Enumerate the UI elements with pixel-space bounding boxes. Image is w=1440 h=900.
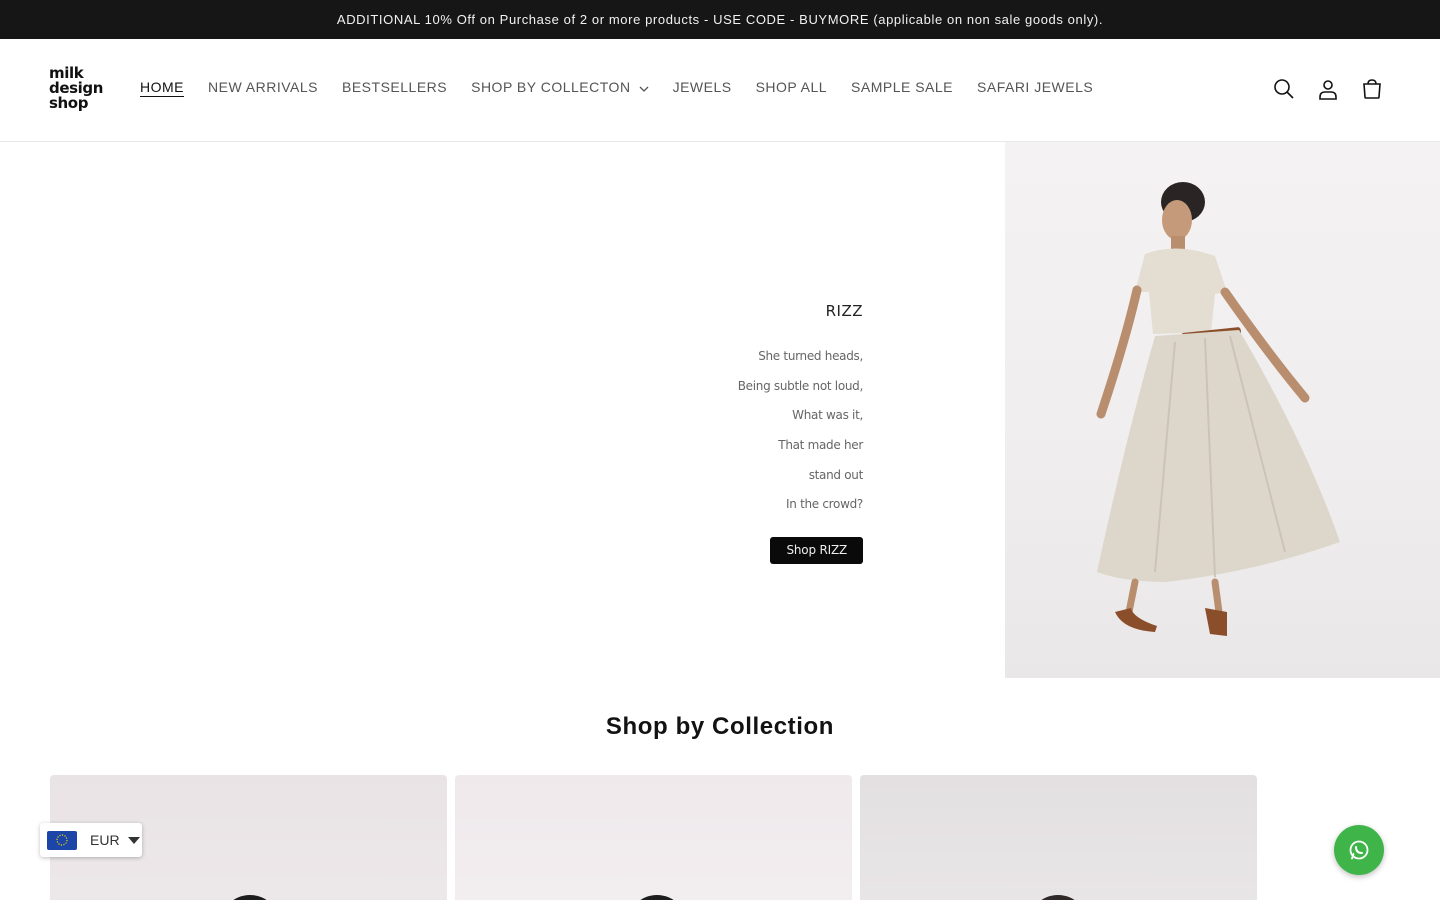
nav-bestsellers-label: BESTSELLERS <box>342 79 448 95</box>
shop-rizz-button[interactable]: Shop RIZZ <box>770 537 863 565</box>
announcement-bar: ADDITIONAL 10% Off on Purchase of 2 or m… <box>0 0 1440 39</box>
nav-new-arrivals-label: NEW ARRIVALS <box>208 79 318 95</box>
collection-card[interactable] <box>860 775 1257 900</box>
nav-item-safari-jewels[interactable]: SAFARI JEWELS <box>977 79 1093 95</box>
nav-shop-all-label: SHOP ALL <box>755 79 828 95</box>
hero-line: Being subtle not loud, <box>737 378 864 393</box>
hero-line: That made her <box>778 438 863 453</box>
caret-down-icon <box>127 831 140 849</box>
currency-code: EUR <box>90 832 120 848</box>
site-logo[interactable]: milk design shop <box>49 66 109 111</box>
chevron-down-icon <box>639 79 649 95</box>
search-icon[interactable] <box>1272 77 1296 101</box>
nav-home-label: HOME <box>140 79 184 95</box>
header-icons <box>1252 77 1384 101</box>
nav-item-home[interactable]: HOME <box>140 79 184 95</box>
logo-line-3: shop <box>49 94 89 112</box>
hero-line: She turned heads, <box>758 349 863 363</box>
cart-icon[interactable] <box>1360 77 1384 101</box>
hero-line: stand out <box>808 467 864 482</box>
model-illustration <box>1096 182 1340 636</box>
hero-line: What was it, <box>792 408 863 423</box>
nav-item-jewels[interactable]: JEWELS <box>673 79 732 95</box>
whatsapp-icon[interactable] <box>1334 825 1384 875</box>
nav-shop-by-collection-label: SHOP BY COLLECTON <box>471 79 631 95</box>
currency-selector[interactable]: EUR <box>40 823 142 857</box>
hero-line: In the crowd? <box>786 497 863 512</box>
collection-model-image <box>627 895 687 900</box>
hero-title: RIZZ <box>825 302 863 320</box>
site-header: milk design shop HOME NEW ARRIVALS BESTS… <box>0 39 1440 142</box>
nav-item-new-arrivals[interactable]: NEW ARRIVALS <box>208 79 318 95</box>
nav-safari-jewels-label: SAFARI JEWELS <box>977 79 1094 95</box>
collection-grid <box>50 775 1265 900</box>
hero-model-image[interactable] <box>1005 142 1440 678</box>
nav-item-bestsellers[interactable]: BESTSELLERS <box>342 79 447 95</box>
collection-model-image <box>220 895 280 900</box>
eu-flag-icon <box>47 830 77 850</box>
nav-item-sample-sale[interactable]: SAMPLE SALE <box>851 79 953 95</box>
account-icon[interactable] <box>1316 77 1340 101</box>
nav-sample-sale-label: SAMPLE SALE <box>851 79 954 95</box>
announcement-text: ADDITIONAL 10% Off on Purchase of 2 or m… <box>336 12 1104 27</box>
collection-card[interactable] <box>455 775 852 900</box>
shop-by-collection-title: Shop by Collection <box>605 713 835 740</box>
main-nav: HOME NEW ARRIVALS BESTSELLERS SHOP BY CO… <box>140 79 1117 95</box>
nav-item-shop-all[interactable]: SHOP ALL <box>756 79 827 95</box>
hero-banner: RIZZ She turned heads, Being subtle not … <box>0 142 1440 678</box>
nav-item-shop-by-collection[interactable]: SHOP BY COLLECTON <box>471 79 649 95</box>
hero-text-block: RIZZ She turned heads, Being subtle not … <box>737 302 864 565</box>
collection-model-image <box>1028 895 1088 900</box>
nav-jewels-label: JEWELS <box>672 79 732 95</box>
